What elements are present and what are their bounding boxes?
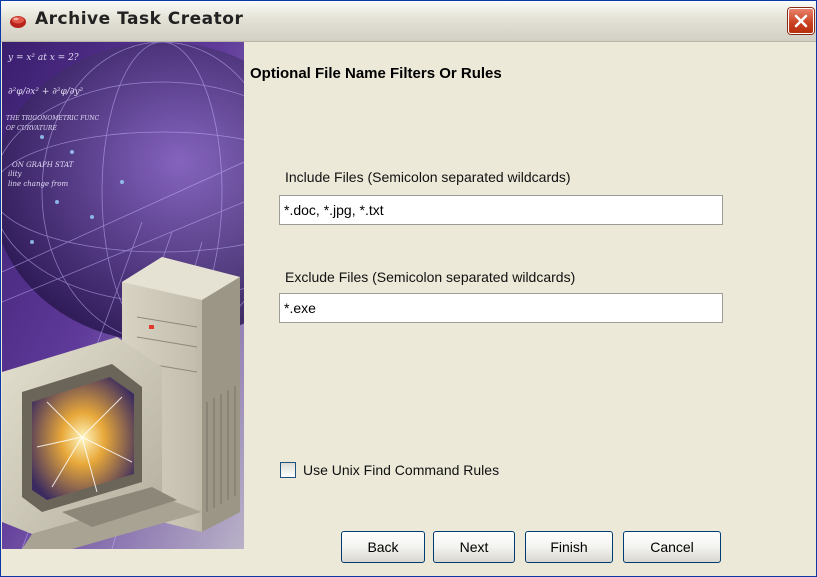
exclude-files-input[interactable] (279, 293, 723, 323)
close-icon (794, 14, 808, 28)
computer-illustration: y = x² at x = 2? ∂²φ/∂x² + ∂²φ/∂y² THE T… (2, 42, 244, 549)
unix-find-rules-label[interactable]: Use Unix Find Command Rules (303, 462, 499, 478)
formula-text: OF CURVATURE (6, 125, 57, 132)
formula-text: y = x² at x = 2? (7, 53, 79, 63)
include-files-input[interactable] (279, 195, 723, 225)
formula-text: ON GRAPH STAT (12, 161, 75, 169)
page-heading: Optional File Name Filters Or Rules (250, 65, 502, 82)
exclude-files-label: Exclude Files (Semicolon separated wildc… (285, 269, 576, 285)
close-button[interactable] (788, 8, 814, 34)
red-gem-icon (10, 16, 26, 28)
cancel-button[interactable]: Cancel (623, 531, 721, 563)
unix-find-rules-checkbox[interactable] (280, 462, 296, 478)
window-title: Archive Task Creator (35, 9, 244, 29)
next-button[interactable]: Next (433, 531, 515, 563)
title-bar[interactable]: Archive Task Creator (1, 1, 816, 42)
include-files-label: Include Files (Semicolon separated wildc… (285, 169, 571, 185)
formula-text: line change from (8, 180, 68, 188)
formula-text: ∂²φ/∂x² + ∂²φ/∂y² (8, 87, 84, 97)
formula-text: THE TRIGONOMETRIC FUNC (6, 115, 100, 122)
back-button[interactable]: Back (341, 531, 425, 563)
finish-button[interactable]: Finish (525, 531, 613, 563)
formula-text: ility (8, 170, 23, 178)
archive-task-creator-window: Archive Task Creator y = x² at x = 2? ∂²… (0, 0, 817, 577)
